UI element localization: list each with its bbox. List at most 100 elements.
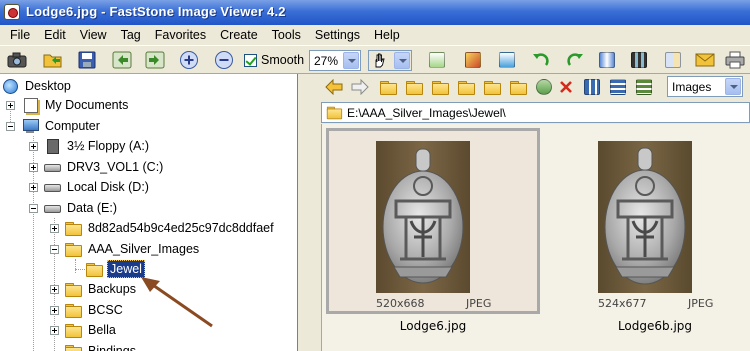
tree-item-drive-d[interactable]: Local Disk (D:) [44,177,151,197]
up-folder-icon[interactable] [377,76,399,98]
smooth-checkbox[interactable]: Smooth [244,53,304,67]
contrast-brightness-icon[interactable] [496,49,518,71]
expand-icon[interactable] [29,163,38,172]
smooth-check-box[interactable] [244,53,257,67]
collapse-icon[interactable] [50,245,59,254]
tree-item-label: 8d82ad54b9c4ed25c97dc8ddfaef [88,221,274,235]
email-icon[interactable] [694,49,716,71]
tree-item-label: My Documents [45,98,129,112]
file-filter-select[interactable]: Images [667,76,743,97]
menu-create[interactable]: Create [213,25,265,45]
open-folder-icon[interactable] [42,49,64,71]
list-view-icon[interactable] [607,76,629,98]
computer-icon [22,118,39,134]
rotate-right-icon[interactable] [564,49,586,71]
tree-item-bindings[interactable]: Bindings [65,341,138,351]
move-to-folder-icon[interactable] [507,76,529,98]
thumbnail-format: JPEG [466,297,492,310]
chevron-down-icon[interactable] [394,52,410,69]
folder-icon [65,221,82,236]
expand-icon[interactable] [50,306,59,315]
compare-icon[interactable] [662,49,684,71]
back-icon[interactable] [323,76,345,98]
tree-item-desktop[interactable]: Desktop [2,76,73,96]
menu-tag[interactable]: Tag [114,25,148,45]
chevron-down-icon[interactable] [343,52,359,69]
thumbnail-grid[interactable]: 520x668 JPEG Lodge6.jpg 524x677 JPEG Lod… [321,124,750,351]
tree-item-drive-c[interactable]: DRV3_VOL1 (C:) [44,157,165,177]
folder-icon [65,323,82,338]
menu-tools[interactable]: Tools [265,25,308,45]
tree-item-computer[interactable]: Computer [22,116,102,136]
thumbnail-item[interactable]: 524x677 JPEG [548,128,750,314]
tree-item-label: Local Disk (D:) [67,180,149,194]
app-icon[interactable] [4,4,20,20]
thumbnail-dimensions: 520x668 [376,297,425,310]
details-view-icon[interactable] [633,76,655,98]
menu-favorites[interactable]: Favorites [148,25,213,45]
tree-item-folder[interactable]: 8d82ad54b9c4ed25c97dc8ddfaef [65,218,276,238]
menu-file[interactable]: File [3,25,37,45]
thumbnail-item[interactable]: 520x668 JPEG [326,128,540,314]
tree-item-jewel[interactable]: Jewel [86,259,145,279]
save-icon[interactable] [76,49,98,71]
window-title: Lodge6.jpg - FastStone Image Viewer 4.2 [26,4,286,19]
copy-to-folder-icon[interactable] [481,76,503,98]
hard-drive-icon [44,159,61,175]
delete-icon[interactable] [555,76,577,98]
tree-item-backups[interactable]: Backups [65,279,138,299]
hard-drive-icon [44,179,61,195]
rotate-left-icon[interactable] [530,49,552,71]
tree-item-aaa-silver-images[interactable]: AAA_Silver_Images [65,239,201,259]
color-adjust-icon[interactable] [462,49,484,71]
tree-item-floppy[interactable]: 3½ Floppy (A:) [44,136,151,156]
folder-tree[interactable]: Desktop My Documents Computer 3½ Floppy … [0,74,298,351]
documents-icon [22,97,38,113]
toolbar: Smooth 27% [0,45,750,74]
thumbnail-view-icon[interactable] [581,76,603,98]
menu-help[interactable]: Help [367,25,407,45]
flip-icon[interactable] [596,49,618,71]
expand-icon[interactable] [6,101,15,110]
menu-settings[interactable]: Settings [308,25,367,45]
tree-item-label: Data (E:) [67,201,118,215]
forward-icon[interactable] [349,76,371,98]
tree-item-label: Computer [45,119,100,133]
hand-tool-select[interactable] [368,50,412,71]
favorite-folder-icon[interactable] [455,76,477,98]
refresh-folder-icon[interactable] [403,76,425,98]
rename-icon[interactable] [533,76,555,98]
menu-view[interactable]: View [73,25,114,45]
tree-item-drive-e[interactable]: Data (E:) [44,198,119,218]
menu-bar: File Edit View Tag Favorites Create Tool… [0,25,750,45]
rotate-image-icon[interactable] [426,49,448,71]
thumbnail-format: JPEG [688,297,714,310]
print-icon[interactable] [724,49,746,71]
menu-edit[interactable]: Edit [37,25,73,45]
expand-icon[interactable] [50,326,59,335]
collapse-icon[interactable] [29,204,38,213]
tree-item-my-documents[interactable]: My Documents [22,95,130,115]
chevron-down-icon[interactable] [725,78,741,95]
camera-icon[interactable] [6,49,28,71]
zoom-select[interactable]: 27% [309,50,361,71]
expand-icon[interactable] [29,183,38,192]
zoom-out-icon[interactable] [213,49,235,71]
file-filter-value: Images [672,80,712,94]
expand-icon[interactable] [50,224,59,233]
next-icon[interactable] [144,49,166,71]
tree-item-bella[interactable]: Bella [65,320,118,340]
folder-icon [65,344,82,351]
previous-icon[interactable] [111,49,133,71]
collapse-icon[interactable] [6,122,15,131]
thumbnail-filename: Lodge6.jpg [399,319,467,333]
tree-item-bcsc[interactable]: BCSC [65,300,125,320]
path-bar[interactable]: E:\AAA_Silver_Images\Jewel\ [321,102,750,123]
folder-open-icon [65,242,82,257]
expand-icon[interactable] [50,285,59,294]
slideshow-icon[interactable] [628,49,650,71]
expand-icon[interactable] [29,142,38,151]
zoom-in-icon[interactable] [178,49,200,71]
new-folder-icon[interactable] [429,76,451,98]
tree-item-label: 3½ Floppy (A:) [67,139,149,153]
